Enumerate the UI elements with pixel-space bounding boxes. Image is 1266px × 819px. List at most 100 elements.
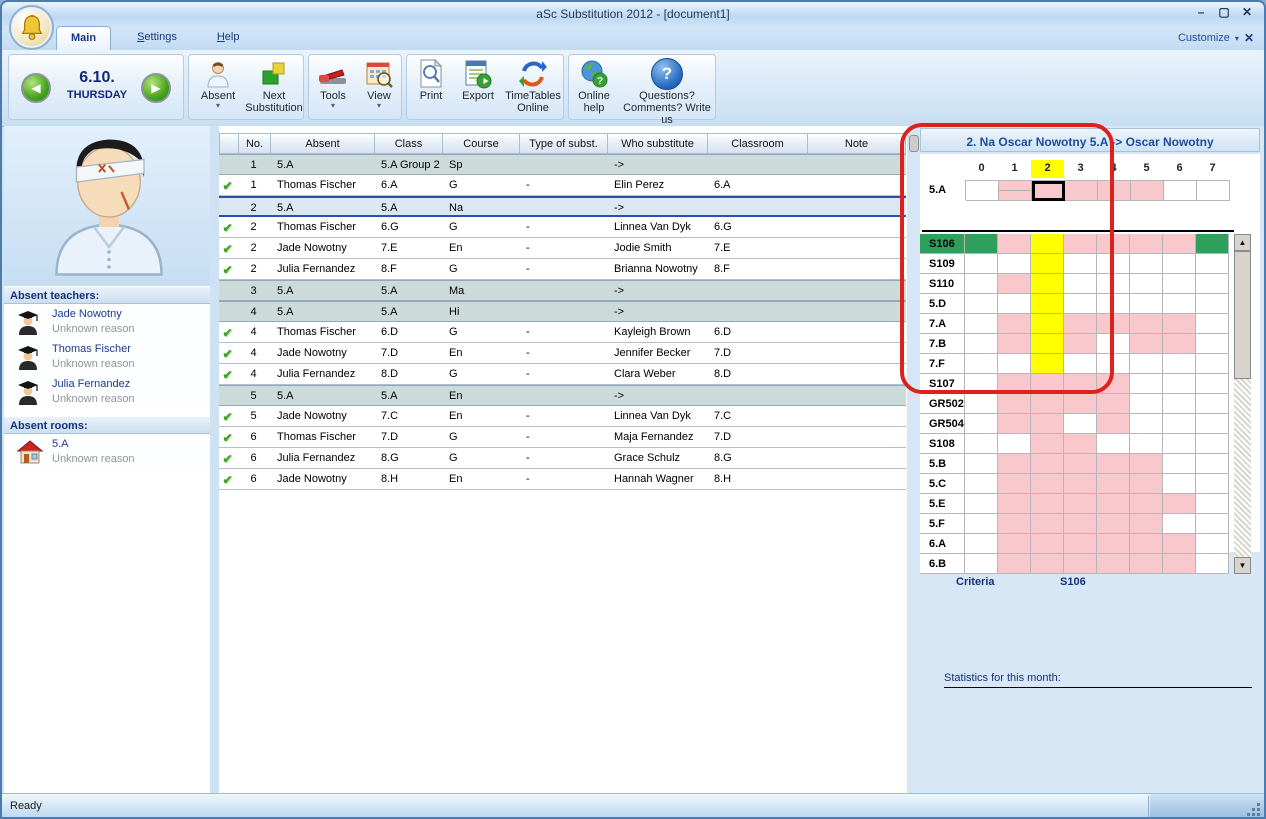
room-period-cell[interactable]: [1163, 514, 1196, 534]
room-period-cell[interactable]: [1031, 454, 1064, 474]
room-period-cell[interactable]: [1097, 454, 1130, 474]
room-period-cell[interactable]: [1196, 234, 1229, 254]
scroll-up-button[interactable]: ▲: [1234, 234, 1251, 251]
room-period-cell[interactable]: [1130, 454, 1163, 474]
room-period-cell[interactable]: [998, 234, 1031, 254]
room-period-cell[interactable]: [1130, 354, 1163, 374]
room-period-cell[interactable]: [1130, 314, 1163, 334]
room-period-cell[interactable]: [1196, 534, 1229, 554]
room-period-cell[interactable]: [1031, 554, 1064, 574]
room-period-cell[interactable]: [1031, 334, 1064, 354]
room-period-cell[interactable]: [965, 474, 998, 494]
room-period-cell[interactable]: [1163, 474, 1196, 494]
room-period-cell[interactable]: [1196, 494, 1229, 514]
room-period-cell[interactable]: [965, 414, 998, 434]
room-period-cell[interactable]: [965, 554, 998, 574]
class-period-cell[interactable]: [1065, 181, 1098, 201]
room-period-cell[interactable]: [1163, 254, 1196, 274]
room-period-cell[interactable]: [1064, 374, 1097, 394]
room-label[interactable]: GR504: [920, 414, 965, 434]
room-period-cell[interactable]: [1064, 414, 1097, 434]
absent-room-item[interactable]: 5.AUnknown reason: [4, 435, 210, 470]
room-label[interactable]: 6.A: [920, 534, 965, 554]
room-period-cell[interactable]: [1196, 474, 1229, 494]
room-period-cell[interactable]: [998, 534, 1031, 554]
room-label[interactable]: 5.B: [920, 454, 965, 474]
period-header-cell[interactable]: 4: [1097, 160, 1130, 178]
room-period-cell[interactable]: [1163, 394, 1196, 414]
column-header[interactable]: Who substitute: [608, 133, 708, 154]
room-period-cell[interactable]: [965, 334, 998, 354]
period-header-cell[interactable]: 5: [1130, 160, 1163, 178]
room-period-cell[interactable]: [1064, 514, 1097, 534]
room-period-cell[interactable]: [998, 334, 1031, 354]
room-period-cell[interactable]: [1064, 454, 1097, 474]
room-period-cell[interactable]: [1196, 294, 1229, 314]
room-period-cell[interactable]: [1031, 234, 1064, 254]
room-period-cell[interactable]: [1130, 394, 1163, 414]
room-period-cell[interactable]: [1097, 494, 1130, 514]
room-period-cell[interactable]: [1097, 554, 1130, 574]
room-period-cell[interactable]: [1130, 534, 1163, 554]
room-period-cell[interactable]: [1097, 514, 1130, 534]
room-period-cell[interactable]: [1031, 254, 1064, 274]
room-period-cell[interactable]: [998, 554, 1031, 574]
room-period-cell[interactable]: [1064, 494, 1097, 514]
table-row[interactable]: ✔2Thomas Fischer6.GG-Linnea Van Dyk6.G: [219, 217, 906, 238]
room-period-cell[interactable]: [998, 314, 1031, 334]
room-period-cell[interactable]: [998, 454, 1031, 474]
room-period-cell[interactable]: [1031, 394, 1064, 414]
table-row[interactable]: ✔4Julia Fernandez8.DG-Clara Weber8.D: [219, 364, 906, 385]
scroll-down-button[interactable]: ▼: [1234, 557, 1251, 574]
room-period-cell[interactable]: [1097, 394, 1130, 414]
room-period-cell[interactable]: [965, 394, 998, 414]
room-period-cell[interactable]: [965, 314, 998, 334]
period-header-cell[interactable]: 1: [998, 160, 1031, 178]
room-period-cell[interactable]: [1163, 314, 1196, 334]
room-period-cell[interactable]: [1130, 434, 1163, 454]
room-period-cell[interactable]: [1097, 234, 1130, 254]
room-period-cell[interactable]: [1196, 394, 1229, 414]
room-label[interactable]: S109: [920, 254, 965, 274]
room-period-cell[interactable]: [1196, 274, 1229, 294]
table-row[interactable]: 25.A5.ANa->: [219, 196, 906, 217]
close-button[interactable]: ✕: [1240, 5, 1254, 19]
class-period-cell[interactable]: [1032, 181, 1065, 201]
room-period-cell[interactable]: [998, 294, 1031, 314]
print-button[interactable]: Print: [409, 58, 453, 102]
previous-day-button[interactable]: ◀: [21, 73, 51, 103]
timetables-online-button[interactable]: TimeTables Online: [503, 58, 563, 114]
room-period-cell[interactable]: [1196, 454, 1229, 474]
table-row[interactable]: 35.A5.AMa->: [219, 280, 906, 301]
room-period-cell[interactable]: [998, 514, 1031, 534]
room-period-cell[interactable]: [1130, 474, 1163, 494]
app-logo-bell-icon[interactable]: [9, 5, 54, 50]
table-row[interactable]: ✔5Jade Nowotny7.CEn-Linnea Van Dyk7.C: [219, 406, 906, 427]
room-period-cell[interactable]: [1064, 334, 1097, 354]
room-period-cell[interactable]: [1196, 554, 1229, 574]
room-period-cell[interactable]: [1163, 534, 1196, 554]
room-period-cell[interactable]: [1097, 274, 1130, 294]
room-period-cell[interactable]: [1064, 474, 1097, 494]
room-period-cell[interactable]: [1064, 354, 1097, 374]
room-label[interactable]: 7.F: [920, 354, 965, 374]
room-label[interactable]: 7.B: [920, 334, 965, 354]
room-period-cell[interactable]: [1163, 414, 1196, 434]
period-header-cell[interactable]: 3: [1064, 160, 1097, 178]
room-period-cell[interactable]: [1064, 294, 1097, 314]
period-header-cell[interactable]: 6: [1163, 160, 1196, 178]
room-period-cell[interactable]: [998, 354, 1031, 374]
tab-settings[interactable]: Settings: [123, 26, 191, 50]
panel-splitter-handle[interactable]: [909, 135, 919, 152]
class-period-cell[interactable]: [1197, 181, 1230, 201]
column-header[interactable]: Course: [443, 133, 520, 154]
room-period-cell[interactable]: [1097, 434, 1130, 454]
room-period-cell[interactable]: [998, 254, 1031, 274]
room-period-cell[interactable]: [965, 234, 998, 254]
customize-dropdown-icon[interactable]: ▾: [1235, 34, 1239, 43]
class-period-cell[interactable]: [999, 181, 1032, 201]
room-period-cell[interactable]: [1031, 314, 1064, 334]
room-period-cell[interactable]: [1097, 414, 1130, 434]
room-label[interactable]: S107: [920, 374, 965, 394]
room-period-cell[interactable]: [1163, 294, 1196, 314]
